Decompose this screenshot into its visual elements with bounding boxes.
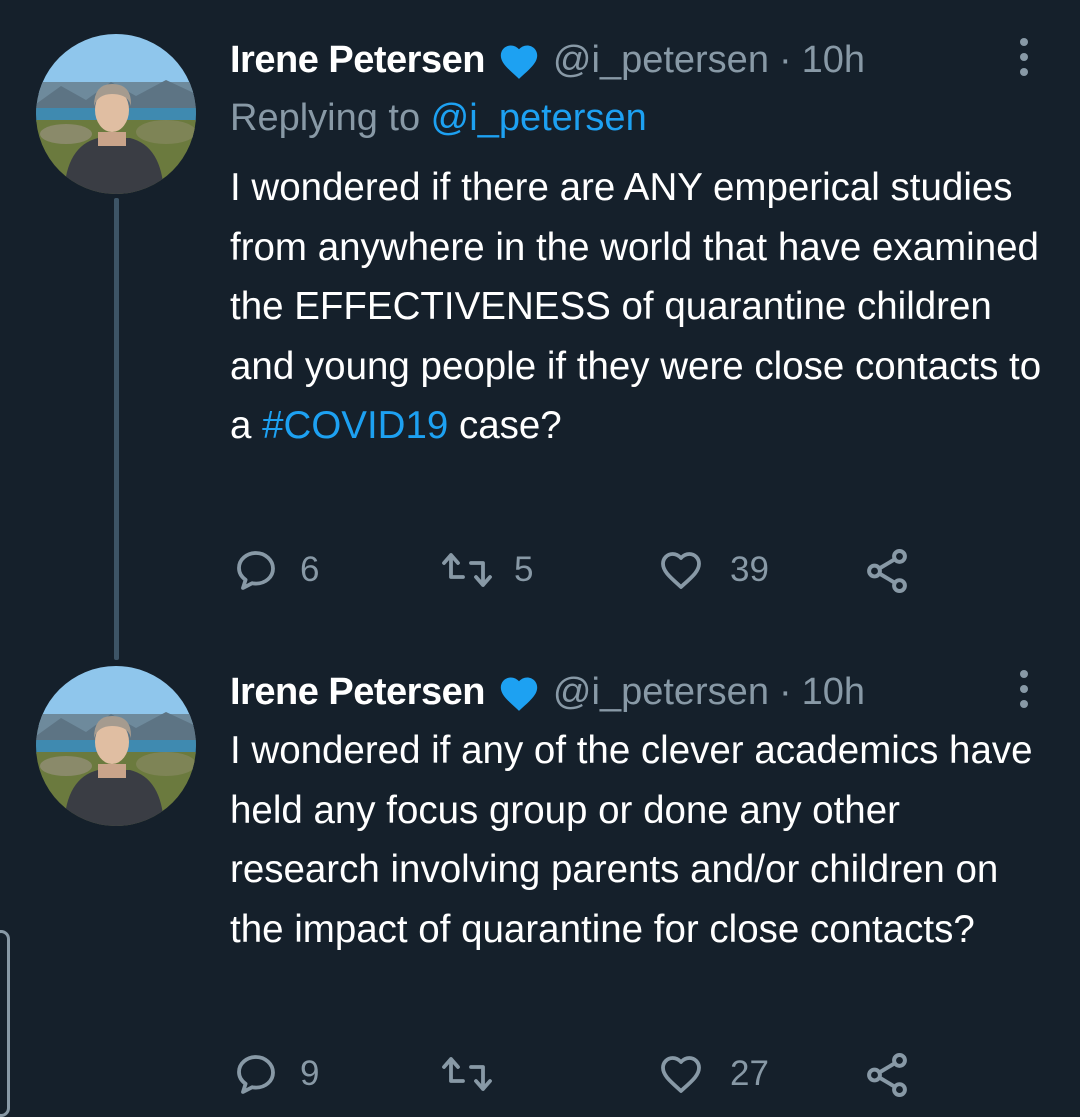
tweet-header: Irene Petersen @i_petersen · 10h bbox=[230, 662, 1080, 722]
tweet-text: I wondered if there are ANY emperical st… bbox=[230, 158, 1050, 456]
header-separator: · bbox=[778, 670, 792, 713]
tweet-text-part: case? bbox=[448, 404, 562, 447]
more-options-icon[interactable] bbox=[1020, 670, 1028, 708]
retweet-icon bbox=[442, 553, 492, 587]
author-name[interactable]: Irene Petersen bbox=[230, 39, 485, 82]
like-icon bbox=[661, 1056, 701, 1093]
share-button[interactable] bbox=[862, 1050, 912, 1100]
author-handle[interactable]: @i_petersen bbox=[553, 39, 769, 82]
like-icon bbox=[661, 552, 701, 589]
author-handle[interactable]: @i_petersen bbox=[553, 671, 769, 714]
thread-connector-line bbox=[114, 198, 119, 660]
avatar[interactable] bbox=[36, 666, 196, 826]
reply-icon bbox=[237, 551, 275, 590]
like-button[interactable]: 39 bbox=[656, 546, 769, 594]
replying-label: Replying to bbox=[230, 97, 431, 139]
replying-to: Replying to @i_petersen bbox=[230, 97, 647, 140]
tweet-time[interactable]: 10h bbox=[802, 671, 865, 714]
retweet-button[interactable] bbox=[438, 1050, 514, 1098]
like-count: 39 bbox=[730, 550, 769, 589]
reply-count: 6 bbox=[300, 550, 320, 589]
verified-badge-icon bbox=[497, 40, 541, 80]
tweet-time[interactable]: 10h bbox=[802, 39, 865, 82]
like-button[interactable]: 27 bbox=[656, 1050, 769, 1098]
hashtag-link[interactable]: #COVID19 bbox=[262, 404, 448, 447]
tweet-actions: 6 5 39 bbox=[232, 546, 932, 596]
retweet-icon bbox=[442, 1057, 492, 1091]
reply-button[interactable]: 6 bbox=[232, 546, 319, 594]
like-count: 27 bbox=[730, 1054, 769, 1093]
retweet-count: 5 bbox=[514, 550, 534, 589]
share-icon bbox=[867, 1053, 907, 1097]
author-name[interactable]: Irene Petersen bbox=[230, 671, 485, 714]
header-separator: · bbox=[778, 38, 792, 81]
share-icon bbox=[867, 549, 907, 593]
screen-edge-handle bbox=[0, 930, 10, 1117]
share-button[interactable] bbox=[862, 546, 912, 596]
tweet-text: I wondered if any of the clever academic… bbox=[230, 729, 1033, 951]
reply-count: 9 bbox=[300, 1054, 320, 1093]
retweet-button[interactable]: 5 bbox=[438, 546, 533, 594]
tweet-header: Irene Petersen @i_petersen · 10h bbox=[230, 30, 1080, 90]
replying-mention-link[interactable]: @i_petersen bbox=[431, 97, 647, 139]
avatar[interactable] bbox=[36, 34, 196, 194]
reply-icon bbox=[237, 1055, 275, 1094]
reply-button[interactable]: 9 bbox=[232, 1050, 319, 1098]
more-options-icon[interactable] bbox=[1020, 38, 1028, 76]
verified-badge-icon bbox=[497, 672, 541, 712]
tweet-actions: 9 27 bbox=[232, 1050, 932, 1100]
